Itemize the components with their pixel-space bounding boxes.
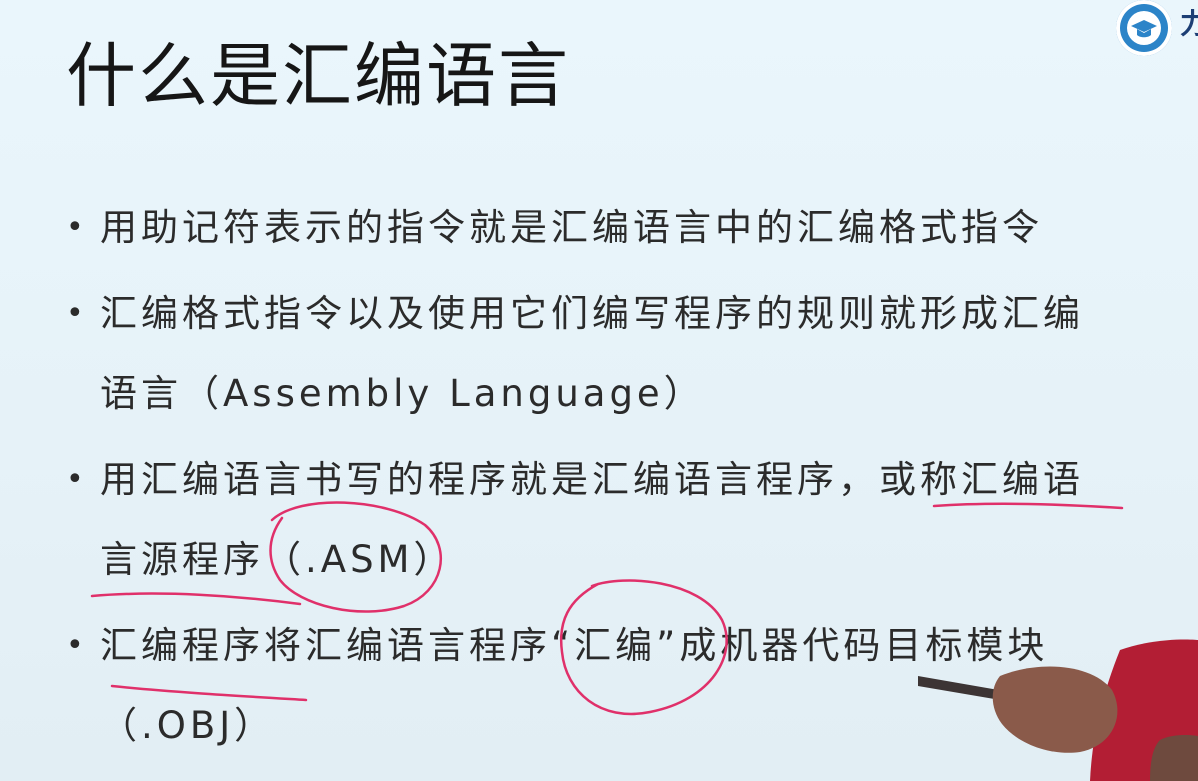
bullet-line: 汇编格式指令以及使用它们编写程序的规则就形成汇编 [100, 292, 1084, 335]
bullet-dot: • [66, 210, 88, 245]
bullet-dot: • [66, 628, 88, 663]
bullet-line: 言源程序（.ASM） [100, 538, 455, 581]
bullet-line: 用汇编语言书写的程序就是汇编语言程序，或称汇编语 [100, 458, 1084, 501]
bullet-line: （.OBJ） [100, 704, 276, 747]
slide-title: 什么是汇编语言 [66, 35, 570, 117]
bullet-line: 语言（Assembly Language） [100, 372, 705, 415]
graduation-cap-icon [1116, 0, 1172, 56]
bullet-item-2: • 汇编格式指令以及使用它们编写程序的规则就形成汇编 语言（Assembly L… [64, 274, 1134, 434]
bullet-line: 汇编程序将汇编语言程序“汇编”成机器代码目标模块 [100, 624, 1049, 667]
bullet-item-1: • 用助记符表示的指令就是汇编语言中的汇编格式指令 [64, 188, 1134, 268]
bullet-line: 用助记符表示的指令就是汇编语言中的汇编格式指令 [100, 206, 1043, 249]
bullet-item-3: • 用汇编语言书写的程序就是汇编语言程序，或称汇编语 言源程序（.ASM） [64, 440, 1134, 600]
bullet-list: • 用助记符表示的指令就是汇编语言中的汇编格式指令 • 汇编格式指令以及使用它们… [64, 188, 1134, 772]
bullet-dot: • [66, 462, 88, 497]
bullet-item-4: • 汇编程序将汇编语言程序“汇编”成机器代码目标模块 （.OBJ） [64, 606, 1134, 766]
slide: 什么是汇编语言 • 用助记符表示的指令就是汇编语言中的汇编格式指令 • 汇编格式… [0, 0, 1198, 781]
logo-text: 力 [1180, 7, 1198, 40]
bullet-dot: • [66, 296, 88, 331]
